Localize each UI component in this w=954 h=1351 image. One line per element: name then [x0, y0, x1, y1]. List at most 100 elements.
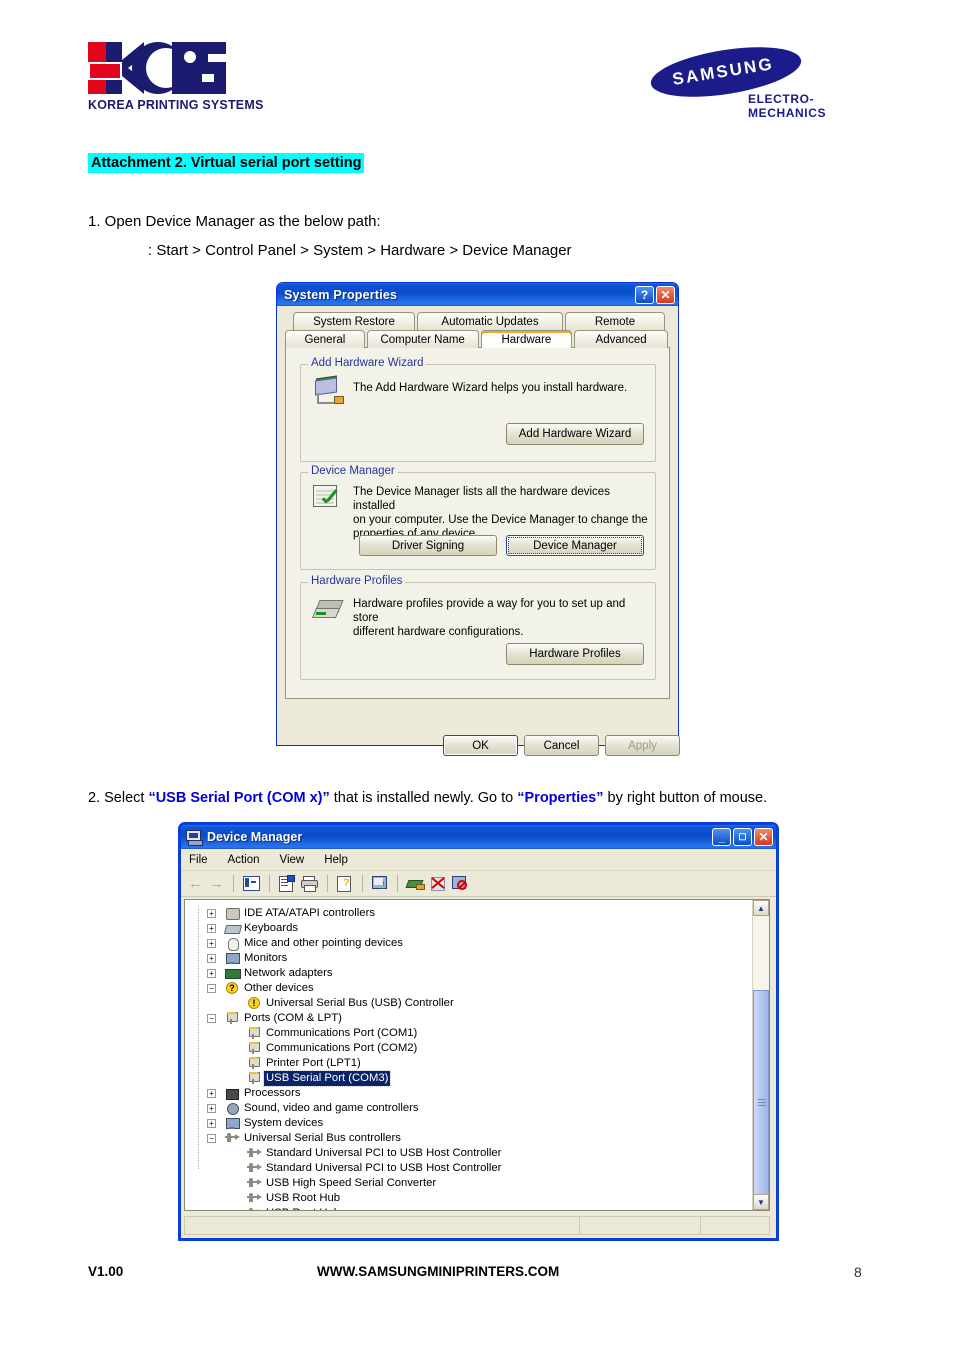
port-icon	[247, 1042, 262, 1055]
usb-icon	[247, 1208, 262, 1210]
tree-row[interactable]: Standard Universal PCI to USB Host Contr…	[199, 1161, 755, 1176]
help-button[interactable]: ?	[635, 285, 654, 304]
tab-hardware[interactable]: Hardware	[480, 330, 573, 348]
device-manager-group: Device Manager The Device Manager lists …	[300, 465, 656, 570]
samsung-logo: SAMSUNG ELECTRO-MECHANICS	[647, 38, 890, 120]
expander-minus-icon[interactable]: −	[207, 1134, 216, 1143]
tab-advanced[interactable]: Advanced	[574, 330, 668, 348]
tree-row-label: USB Root Hub	[266, 1192, 341, 1204]
network-adapter-icon	[225, 967, 241, 980]
menu-action[interactable]: Action	[228, 854, 260, 866]
properties-icon[interactable]	[279, 875, 295, 892]
step-2-text: 2. Select “USB Serial Port (COM x)” that…	[88, 790, 767, 806]
expander-plus-icon[interactable]: +	[207, 1119, 216, 1128]
device-manager-icon	[313, 485, 341, 511]
toolbar-separator	[327, 875, 328, 892]
expander-plus-icon[interactable]: +	[207, 954, 216, 963]
tree-row-label: Keyboards	[244, 922, 299, 934]
show-hide-tree-icon[interactable]	[243, 876, 260, 891]
tree-row-label-selected: USB Serial Port (COM3)	[262, 1070, 392, 1087]
minimize-icon[interactable]: _	[712, 828, 731, 846]
tree-row[interactable]: + Keyboards	[199, 921, 755, 936]
tree-row[interactable]: + IDE ATA/ATAPI controllers	[199, 906, 755, 921]
system-properties-dialog: System Properties ? ✕ System Restore Aut…	[276, 282, 680, 756]
tab-general[interactable]: General	[285, 330, 365, 348]
tree-row[interactable]: ! Universal Serial Bus (USB) Controller	[199, 996, 755, 1011]
tree-row-label: Sound, video and game controllers	[244, 1102, 419, 1114]
hardware-profiles-button[interactable]: Hardware Profiles	[506, 643, 644, 665]
uninstall-device-icon[interactable]	[452, 876, 468, 891]
expander-plus-icon[interactable]: +	[207, 1089, 216, 1098]
port-icon	[247, 1057, 262, 1070]
toolbar-separator	[362, 875, 363, 892]
tree-row-label: Universal Serial Bus controllers	[244, 1132, 401, 1144]
device-manager-button[interactable]: Device Manager	[506, 535, 644, 556]
port-icon	[247, 1072, 262, 1085]
tree-row[interactable]: − Universal Serial Bus controllers	[199, 1131, 755, 1146]
tab-automatic-updates[interactable]: Automatic Updates	[417, 312, 563, 330]
tree-row[interactable]: Communications Port (COM1)	[199, 1026, 755, 1041]
tree-row-selected[interactable]: USB Serial Port (COM3)	[199, 1070, 755, 1087]
help-icon[interactable]: ?	[337, 876, 353, 892]
expander-plus-icon[interactable]: +	[207, 924, 216, 933]
usb-icon	[247, 1163, 262, 1172]
tree-row[interactable]: + Sound, video and game controllers	[199, 1101, 755, 1116]
tree-row[interactable]: USB Root Hub	[199, 1191, 755, 1206]
disable-device-icon[interactable]	[430, 876, 446, 891]
expander-plus-icon[interactable]: +	[207, 969, 216, 978]
processor-icon	[225, 1087, 240, 1100]
step-1-text: 1. Open Device Manager as the below path…	[88, 213, 381, 230]
ok-button[interactable]: OK	[443, 735, 518, 756]
tree-row[interactable]: USB Root Hub	[199, 1206, 755, 1210]
menu-file[interactable]: File	[189, 854, 208, 866]
driver-signing-button[interactable]: Driver Signing	[359, 535, 497, 556]
tree-row[interactable]: + Monitors	[199, 951, 755, 966]
step-2-middle: that is installed newly. Go to	[329, 790, 518, 806]
tree-row[interactable]: Printer Port (LPT1)	[199, 1056, 755, 1071]
expander-plus-icon[interactable]: +	[207, 909, 216, 918]
maximize-icon[interactable]: ☐	[733, 828, 752, 846]
step-2-bold-2: “Properties”	[517, 790, 604, 806]
tree-row[interactable]: Standard Universal PCI to USB Host Contr…	[199, 1146, 755, 1161]
usb-icon	[225, 1133, 240, 1142]
device-tree[interactable]: + IDE ATA/ATAPI controllers + Keyboards + M…	[184, 899, 770, 1211]
scroll-up-button[interactable]: ▲	[753, 900, 769, 916]
expander-plus-icon[interactable]: +	[207, 1104, 216, 1113]
tree-vertical-scrollbar[interactable]: ▲ ▼	[752, 900, 769, 1210]
tree-row[interactable]: USB High Speed Serial Converter	[199, 1176, 755, 1191]
tree-row[interactable]: − Ports (COM & LPT)	[199, 1011, 755, 1026]
add-hardware-wizard-button[interactable]: Add Hardware Wizard	[506, 423, 644, 445]
scrollbar-thumb[interactable]	[753, 990, 769, 1210]
cancel-button[interactable]: Cancel	[524, 735, 599, 756]
device-manager-statusbar	[184, 1216, 770, 1235]
kps-letter-s	[196, 42, 226, 94]
back-arrow-icon[interactable]: ←	[188, 875, 203, 893]
scan-hardware-icon[interactable]	[372, 876, 388, 891]
close-icon[interactable]: ✕	[754, 828, 773, 846]
expander-plus-icon[interactable]: +	[207, 939, 216, 948]
tab-row-lower: General Computer Name Hardware Advanced	[285, 330, 670, 348]
forward-arrow-icon[interactable]: →	[209, 875, 224, 893]
menu-view[interactable]: View	[280, 854, 305, 866]
tree-row[interactable]: Communications Port (COM2)	[199, 1041, 755, 1056]
scroll-down-button[interactable]: ▼	[753, 1194, 769, 1210]
tree-row-label: IDE ATA/ATAPI controllers	[244, 907, 375, 919]
tab-remote[interactable]: Remote	[565, 312, 665, 330]
tree-row[interactable]: + Processors	[199, 1086, 755, 1101]
tree-row[interactable]: + Network adapters	[199, 966, 755, 981]
tree-row-label: Standard Universal PCI to USB Host Contr…	[266, 1162, 502, 1174]
expander-minus-icon[interactable]: −	[207, 984, 216, 993]
tab-computer-name[interactable]: Computer Name	[366, 330, 479, 348]
menu-help[interactable]: Help	[324, 854, 348, 866]
update-driver-icon[interactable]	[405, 876, 425, 891]
tree-row[interactable]: + System devices	[199, 1116, 755, 1131]
expander-minus-icon[interactable]: −	[207, 1014, 216, 1023]
tab-system-restore[interactable]: System Restore	[293, 312, 415, 330]
print-icon[interactable]	[301, 876, 318, 892]
close-icon[interactable]: ✕	[656, 285, 675, 304]
tree-row[interactable]: −? Other devices	[199, 981, 755, 996]
tree-row-label: Mice and other pointing devices	[244, 937, 403, 949]
ok-button-label: OK	[472, 739, 489, 752]
system-properties-title: System Properties	[284, 287, 398, 302]
tree-row[interactable]: + Mice and other pointing devices	[199, 936, 755, 951]
